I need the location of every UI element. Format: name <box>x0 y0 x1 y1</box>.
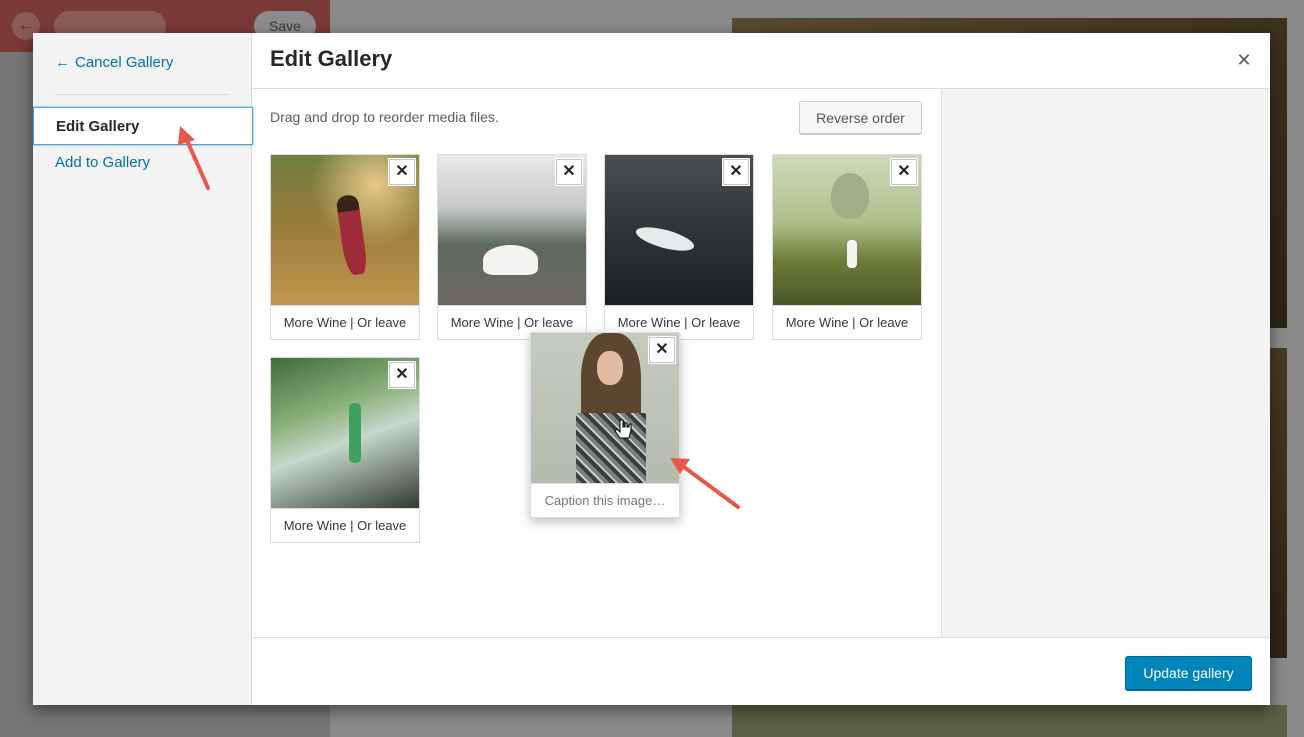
canvas-photo <box>1270 348 1287 658</box>
menu-separator <box>55 94 230 95</box>
arrow-left-icon: ← <box>55 54 70 71</box>
reverse-order-button[interactable]: Reverse order <box>799 101 922 134</box>
remove-icon[interactable]: ✕ <box>723 159 749 185</box>
close-icon[interactable]: ✕ <box>1232 48 1256 72</box>
attachment-tile-dragging[interactable]: Caption this image… ✕ <box>530 332 680 518</box>
menu-item-edit-gallery[interactable]: Edit Gallery <box>33 107 253 145</box>
attachment-tile[interactable]: More Wine | Or leave ✕ <box>604 154 754 340</box>
modal-title: Edit Gallery <box>270 46 393 71</box>
gallery-settings-sidebar <box>941 89 1270 637</box>
remove-icon[interactable]: ✕ <box>389 362 415 388</box>
media-toolbar: Update gallery <box>253 637 1270 705</box>
remove-icon[interactable]: ✕ <box>556 159 582 185</box>
canvas-photo <box>732 705 1287 737</box>
attachment-tile[interactable]: More Wine | Or leave ✕ <box>270 154 420 340</box>
remove-icon[interactable]: ✕ <box>649 337 675 363</box>
gallery-content: Drag and drop to reorder media files. Re… <box>253 89 941 637</box>
attachment-caption[interactable]: More Wine | Or leave <box>773 305 921 339</box>
media-modal: ← Cancel Gallery Edit Gallery Add to Gal… <box>33 33 1270 705</box>
attachment-tile[interactable]: More Wine | Or leave ✕ <box>772 154 922 340</box>
instructions-text: Drag and drop to reorder media files. <box>270 109 499 125</box>
attachment-tile[interactable]: More Wine | Or leave ✕ <box>437 154 587 340</box>
attachment-caption[interactable]: More Wine | Or leave <box>271 305 419 339</box>
remove-icon[interactable]: ✕ <box>389 159 415 185</box>
cancel-gallery-link[interactable]: ← Cancel Gallery <box>55 54 173 71</box>
cancel-gallery-label: Cancel Gallery <box>75 54 174 71</box>
menu-item-add-to-gallery[interactable]: Add to Gallery <box>33 144 253 182</box>
update-gallery-button[interactable]: Update gallery <box>1125 656 1252 690</box>
media-menu: ← Cancel Gallery Edit Gallery Add to Gal… <box>33 33 253 705</box>
attachment-caption[interactable]: Caption this image… <box>531 483 679 517</box>
attachment-caption[interactable]: More Wine | Or leave <box>271 508 419 542</box>
remove-icon[interactable]: ✕ <box>891 159 917 185</box>
attachment-tile[interactable]: More Wine | Or leave ✕ <box>270 357 420 543</box>
